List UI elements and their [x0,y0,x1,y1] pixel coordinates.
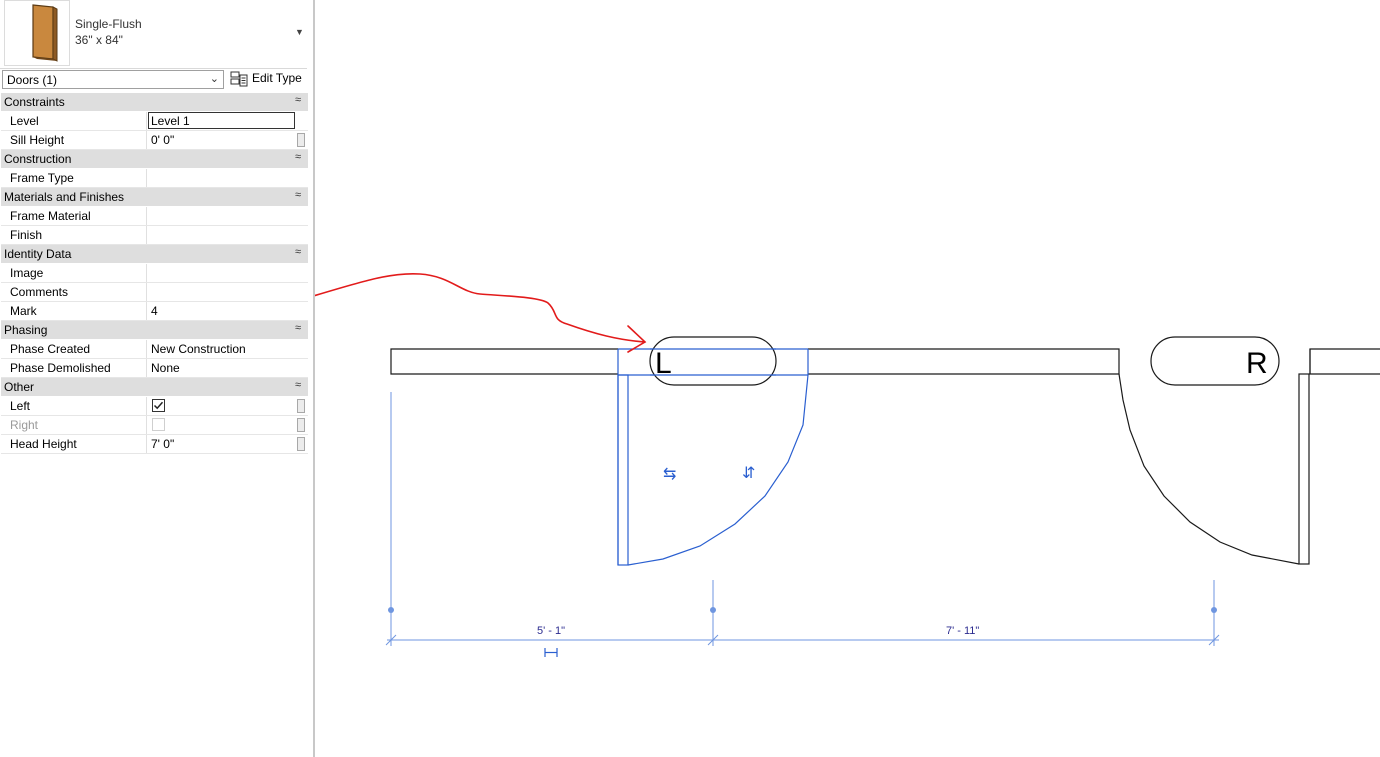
right-checkbox [152,418,165,431]
properties-table: Constraints ≈ Level Level 1 Sill Height … [1,93,308,454]
row-browse-button[interactable] [297,399,305,413]
group-label: Construction [4,152,72,166]
chevron-down-icon: ⌄ [209,73,219,85]
door-thumbnail-icon [4,0,70,66]
group-label: Materials and Finishes [4,190,125,204]
row-browse-button[interactable] [297,133,305,147]
prop-name: Level [10,114,39,128]
prop-row-mark: Mark 4 [1,302,308,321]
prop-name: Left [10,399,31,413]
group-other[interactable]: Other ≈ [1,378,308,397]
prop-name: Frame Material [10,209,91,223]
frame-material-field[interactable] [148,207,295,225]
comments-field[interactable] [148,283,295,301]
image-field[interactable] [148,264,295,282]
type-size-name: 36" x 84" [75,33,123,47]
dim-grip-mid[interactable] [710,607,716,613]
phase-created-field[interactable]: New Construction [148,340,295,358]
mark-field[interactable]: 4 [148,302,295,320]
prop-row-frame-material: Frame Material [1,207,308,226]
prop-row-left: Left [1,397,308,416]
checkmark-icon [153,401,164,410]
move-dimension-text-icon[interactable] [544,648,558,657]
row-browse-button[interactable] [297,418,305,432]
prop-row-frame-type: Frame Type [1,169,308,188]
prop-row-phase-demolished: Phase Demolished None [1,359,308,378]
red-annotation-arrow [315,272,647,353]
flip-facing-icon[interactable]: ⇵ [742,465,755,482]
group-label: Constraints [4,95,65,109]
tag-letter-left: L [655,347,672,380]
dimension-string[interactable] [385,392,1220,646]
prop-value: 0' 0" [151,133,175,147]
group-phasing[interactable]: Phasing ≈ [1,321,308,340]
dimension-text-2[interactable]: 7' - 11" [946,625,979,637]
collapse-icon[interactable]: ≈ [295,322,301,334]
group-label: Identity Data [4,247,72,261]
sill-height-field[interactable]: 0' 0" [148,131,295,149]
group-label: Phasing [4,323,48,337]
dim-grip-left[interactable] [388,607,394,613]
left-checkbox[interactable] [152,399,165,412]
type-selector[interactable]: Single-Flush 36" x 84" ▼ [0,0,307,69]
group-label: Other [4,380,35,394]
prop-name: Phase Demolished [10,361,111,375]
group-materials[interactable]: Materials and Finishes ≈ [1,188,308,207]
frame-type-field[interactable] [148,169,295,187]
prop-name: Finish [10,228,43,242]
level-field[interactable]: Level 1 [148,112,295,129]
prop-row-comments: Comments [1,283,308,302]
collapse-icon[interactable]: ≈ [295,189,301,201]
prop-row-finish: Finish [1,226,308,245]
prop-value: 4 [151,304,158,318]
edit-type-icon [230,71,248,90]
prop-row-phase-created: Phase Created New Construction [1,340,308,359]
dim-grip-right[interactable] [1211,607,1217,613]
left-hand-tag: L [649,336,777,386]
prop-name: Frame Type [10,171,74,185]
prop-value: Level 1 [151,114,190,128]
group-constraints[interactable]: Constraints ≈ [1,93,308,112]
collapse-icon[interactable]: ≈ [295,151,301,163]
properties-palette: Single-Flush 36" x 84" ▼ Doors (1) ⌄ Edi… [0,0,313,757]
edit-type-label: Edit Type [252,71,302,85]
collapse-icon[interactable]: ≈ [295,379,301,391]
prop-name: Image [10,266,44,280]
type-dropdown-icon[interactable]: ▼ [295,27,304,37]
prop-name: Phase Created [10,342,91,356]
tag-letter-right: R [1246,347,1268,380]
prop-name: Mark [10,304,37,318]
prop-name: Comments [10,285,69,299]
group-construction[interactable]: Construction ≈ [1,150,308,169]
prop-value: None [151,361,180,375]
instance-row: Doors (1) ⌄ Edit Type [0,69,307,91]
finish-field[interactable] [148,226,295,244]
prop-row-right: Right [1,416,308,435]
prop-row-head-height: Head Height 7' 0" [1,435,308,454]
instance-filter-dropdown[interactable]: Doors (1) ⌄ [2,70,224,89]
prop-value: 7' 0" [151,437,175,451]
instance-filter-label: Doors (1) [7,73,58,87]
prop-value: New Construction [151,342,246,356]
group-identity-data[interactable]: Identity Data ≈ [1,245,308,264]
row-browse-button[interactable] [297,437,305,451]
head-height-field[interactable]: 7' 0" [148,435,295,453]
prop-name: Head Height [10,437,77,451]
drawing-canvas[interactable]: ⇆ ⇵ L R 5' - 1" 7' - 11" [315,0,1380,757]
dimension-text-1[interactable]: 5' - 1" [537,625,565,637]
phase-demolished-field[interactable]: None [148,359,295,377]
flip-hand-icon[interactable]: ⇆ [663,466,676,483]
collapse-icon[interactable]: ≈ [295,246,301,258]
prop-row-sill-height: Sill Height 0' 0" [1,131,308,150]
edit-type-button[interactable]: Edit Type [229,69,303,89]
collapse-icon[interactable]: ≈ [295,94,301,106]
prop-name: Right [10,418,39,432]
right-hand-tag: R [1150,336,1280,386]
prop-row-level: Level Level 1 [1,112,308,131]
type-family-name: Single-Flush [75,17,142,31]
prop-row-image: Image [1,264,308,283]
prop-name: Sill Height [10,133,65,147]
